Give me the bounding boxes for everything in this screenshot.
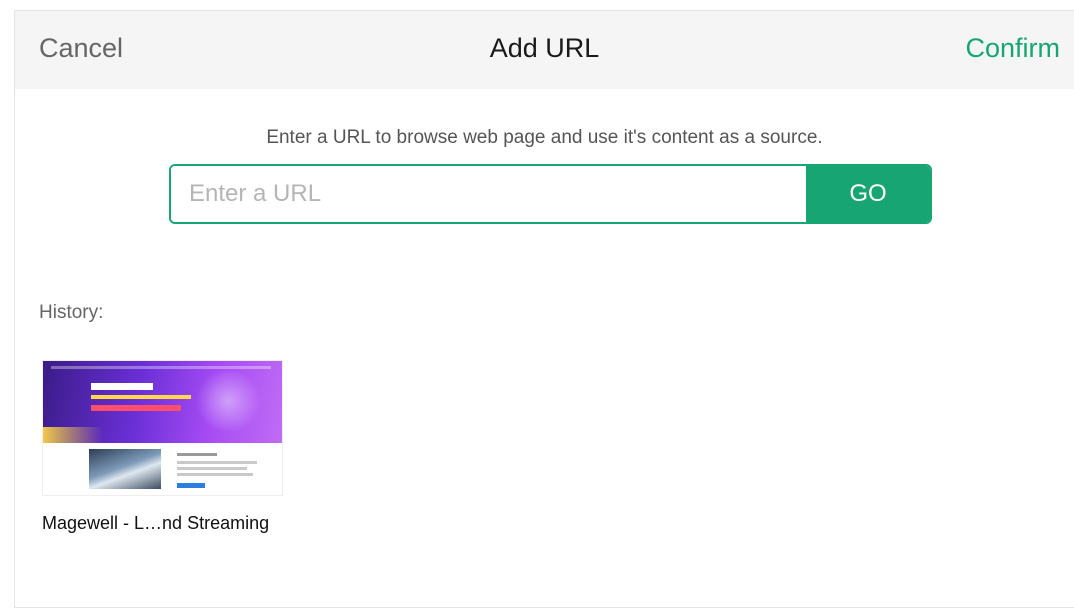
url-input[interactable] [171, 166, 806, 222]
thumbnail-hero-banner [43, 361, 282, 443]
dialog-header: Cancel Add URL Confirm [15, 11, 1074, 89]
history-item[interactable]: Magewell - L…nd Streaming [42, 360, 302, 534]
history-item-title: Magewell - L…nd Streaming [42, 513, 270, 533]
go-button[interactable]: GO [806, 166, 930, 222]
instruction-text: Enter a URL to browse web page and use i… [266, 127, 823, 148]
thumbnail-photo [89, 449, 161, 489]
history-thumbnail [42, 360, 283, 496]
confirm-button[interactable]: Confirm [965, 33, 1060, 64]
history-label: History: [39, 302, 104, 323]
add-url-dialog: Cancel Add URL Confirm Enter a URL to br… [14, 10, 1074, 608]
url-entry-row: GO [169, 164, 932, 224]
dialog-title: Add URL [489, 33, 600, 63]
